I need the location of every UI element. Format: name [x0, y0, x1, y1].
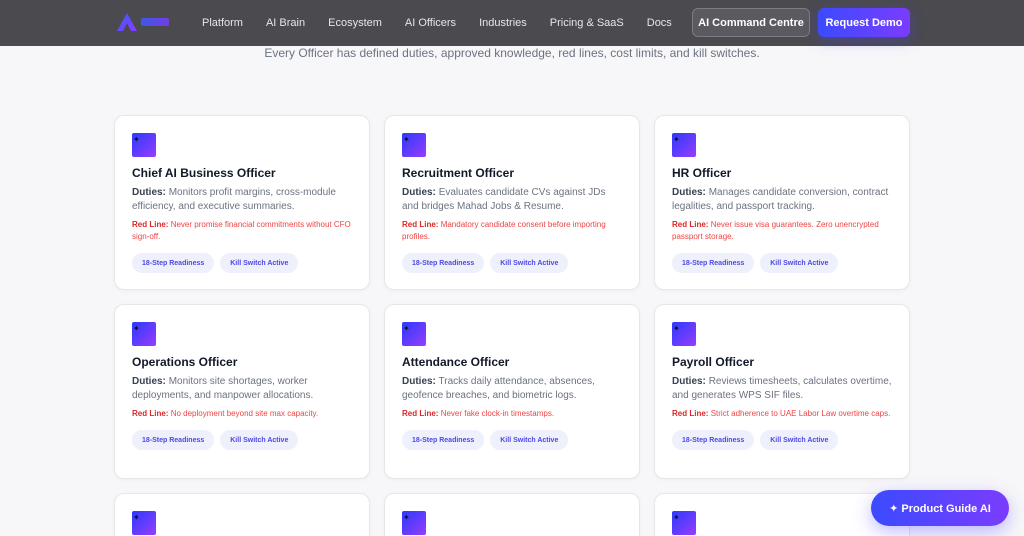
sparkle-icon	[402, 511, 426, 535]
duties-label: Duties:	[672, 187, 706, 198]
request-demo-button[interactable]: Request Demo	[818, 8, 910, 37]
nav-link-pricing[interactable]: Pricing & SaaS	[550, 17, 624, 29]
officer-title: Chief AI Business Officer	[132, 166, 276, 180]
readiness-badge: 18-Step Readiness	[132, 430, 215, 450]
brand-logo[interactable]	[116, 12, 170, 32]
readiness-badge: 18-Step Readiness	[402, 430, 485, 450]
red-line-label: Red Line:	[132, 220, 169, 229]
logo-wordmark	[141, 18, 169, 26]
kill-switch-badge: Kill Switch Active	[490, 253, 569, 273]
officer-card-partial[interactable]	[384, 493, 640, 536]
red-line-label: Red Line:	[132, 409, 169, 418]
officer-card-hr[interactable]: HR Officer Duties: Manages candidate con…	[654, 115, 910, 290]
sparkle-icon	[132, 322, 156, 346]
duties-label: Duties:	[402, 376, 436, 387]
officer-title: Payroll Officer	[672, 355, 755, 369]
officer-card-attendance[interactable]: Attendance Officer Duties: Tracks daily …	[384, 304, 640, 479]
red-line-text: Never fake clock-in timestamps.	[440, 409, 555, 418]
readiness-badge: 18-Step Readiness	[132, 253, 215, 273]
ai-command-centre-button[interactable]: AI Command Centre	[692, 8, 810, 37]
officer-duties: Duties: Tracks daily attendance, absence…	[402, 375, 622, 403]
red-line-label: Red Line:	[402, 409, 439, 418]
status-pills: 18-Step Readiness Kill Switch Active	[132, 253, 352, 273]
officer-card-partial[interactable]	[114, 493, 370, 536]
status-pills: 18-Step Readiness Kill Switch Active	[402, 253, 622, 273]
status-pills: 18-Step Readiness Kill Switch Active	[672, 430, 892, 450]
officer-card-recruitment[interactable]: Recruitment Officer Duties: Evaluates ca…	[384, 115, 640, 290]
status-pills: 18-Step Readiness Kill Switch Active	[402, 430, 622, 450]
readiness-badge: 18-Step Readiness	[402, 253, 485, 273]
nav-link-platform[interactable]: Platform	[202, 17, 243, 29]
status-pills: 18-Step Readiness Kill Switch Active	[132, 430, 352, 450]
sparkle-icon	[402, 322, 426, 346]
section-subtitle: Every Officer has defined duties, approv…	[264, 46, 760, 60]
nav-link-ai-officers[interactable]: AI Officers	[405, 17, 456, 29]
nav-link-industries[interactable]: Industries	[479, 17, 527, 29]
officer-title: HR Officer	[672, 166, 732, 180]
officer-title: Recruitment Officer	[402, 166, 515, 180]
officer-title: Attendance Officer	[402, 355, 510, 369]
status-pills: 18-Step Readiness Kill Switch Active	[672, 253, 892, 273]
officer-duties: Duties: Manages candidate conversion, co…	[672, 186, 892, 214]
officer-red-line: Red Line: Never issue visa guarantees. Z…	[672, 219, 892, 243]
nav-link-ecosystem[interactable]: Ecosystem	[328, 17, 382, 29]
kill-switch-badge: Kill Switch Active	[220, 253, 299, 273]
kill-switch-badge: Kill Switch Active	[760, 253, 839, 273]
kill-switch-badge: Kill Switch Active	[220, 430, 299, 450]
sparkle-icon	[132, 511, 156, 535]
officer-card-chief-ai[interactable]: Chief AI Business Officer Duties: Monito…	[114, 115, 370, 290]
red-line-label: Red Line:	[402, 220, 439, 229]
sparkle-icon	[402, 133, 426, 157]
officer-red-line: Red Line: No deployment beyond site max …	[132, 408, 352, 420]
officer-duties: Duties: Monitors site shortages, worker …	[132, 375, 352, 403]
kill-switch-badge: Kill Switch Active	[760, 430, 839, 450]
sparkle-icon	[132, 133, 156, 157]
officer-duties: Duties: Evaluates candidate CVs against …	[402, 186, 622, 214]
nav-link-docs[interactable]: Docs	[647, 17, 672, 29]
officer-duties: Duties: Monitors profit margins, cross-m…	[132, 186, 352, 214]
top-navbar: Platform AI Brain Ecosystem AI Officers …	[0, 0, 1024, 46]
kill-switch-badge: Kill Switch Active	[490, 430, 569, 450]
duties-label: Duties:	[672, 376, 706, 387]
officer-red-line: Red Line: Strict adherence to UAE Labor …	[672, 408, 892, 420]
duties-label: Duties:	[402, 187, 436, 198]
red-line-label: Red Line:	[672, 220, 709, 229]
sparkle-icon	[672, 322, 696, 346]
red-line-text: Strict adherence to UAE Labor Law overti…	[710, 409, 891, 418]
officer-title: Operations Officer	[132, 355, 238, 369]
sparkle-icon	[672, 511, 696, 535]
readiness-badge: 18-Step Readiness	[672, 430, 755, 450]
nav-links: Platform AI Brain Ecosystem AI Officers …	[202, 0, 695, 46]
logo-icon	[117, 13, 137, 31]
duties-label: Duties:	[132, 187, 166, 198]
product-guide-ai-button[interactable]: ✦ Product Guide AI	[871, 490, 1009, 526]
red-line-label: Red Line:	[672, 409, 709, 418]
officer-red-line: Red Line: Never promise financial commit…	[132, 219, 352, 243]
officer-red-line: Red Line: Never fake clock-in timestamps…	[402, 408, 622, 420]
officer-card-payroll[interactable]: Payroll Officer Duties: Reviews timeshee…	[654, 304, 910, 479]
officer-red-line: Red Line: Mandatory candidate consent be…	[402, 219, 622, 243]
officer-duties: Duties: Reviews timesheets, calculates o…	[672, 375, 892, 403]
duties-label: Duties:	[132, 376, 166, 387]
sparkle-icon	[672, 133, 696, 157]
officer-card-operations[interactable]: Operations Officer Duties: Monitors site…	[114, 304, 370, 479]
red-line-text: No deployment beyond site max capacity.	[170, 409, 319, 418]
readiness-badge: 18-Step Readiness	[672, 253, 755, 273]
nav-link-ai-brain[interactable]: AI Brain	[266, 17, 305, 29]
